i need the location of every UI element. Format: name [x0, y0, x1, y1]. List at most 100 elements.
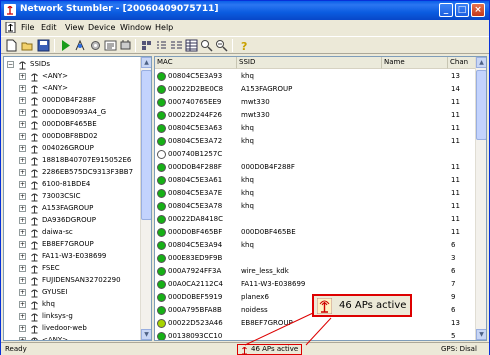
column-header-mac[interactable]: MAC: [155, 57, 237, 69]
tree-item[interactable]: + linksys-g: [4, 311, 141, 323]
details-view-icon[interactable]: [185, 39, 198, 52]
menu-help[interactable]: Help: [155, 23, 173, 32]
table-row[interactable]: 000740B1257C: [155, 149, 476, 160]
menu-window[interactable]: Window: [120, 23, 152, 32]
play-icon[interactable]: [59, 39, 72, 52]
menu-device[interactable]: Device: [88, 23, 115, 32]
document-icon[interactable]: [5, 22, 16, 33]
tree-scrollbar[interactable]: ▲ ▼: [140, 57, 151, 340]
tree-item[interactable]: +000D0B9093A4_G: [4, 107, 141, 119]
tree-item[interactable]: +004026GROUP: [4, 143, 141, 155]
expand-icon[interactable]: +: [19, 97, 26, 104]
tree-item[interactable]: + EB8EF7GROUP: [4, 239, 141, 251]
expand-icon[interactable]: +: [19, 325, 26, 332]
minimize-button[interactable]: _: [439, 3, 453, 17]
small-icons-icon[interactable]: [155, 39, 168, 52]
table-row[interactable]: 00138093CC10 5: [155, 331, 476, 340]
device-icon[interactable]: [119, 39, 132, 52]
tree-item[interactable]: +000D0BF465BE: [4, 119, 141, 131]
tree-item[interactable]: + A153FAGROUP: [4, 203, 141, 215]
list-view-icon[interactable]: [170, 39, 183, 52]
tree-item[interactable]: +18818B40707E915052E6: [4, 155, 141, 167]
table-row[interactable]: 00022D523A46 EB8EF7GROUP 13: [155, 318, 476, 329]
column-header-name[interactable]: Name: [382, 57, 448, 69]
expand-icon[interactable]: +: [19, 277, 26, 284]
menu-file[interactable]: File: [21, 23, 34, 32]
collapse-icon[interactable]: −: [7, 61, 14, 68]
table-row[interactable]: 00804C5E3A7E khq 11: [155, 188, 476, 199]
auto-config-icon[interactable]: [89, 39, 102, 52]
properties-icon[interactable]: [104, 39, 117, 52]
expand-icon[interactable]: +: [19, 229, 26, 236]
expand-icon[interactable]: +: [19, 241, 26, 248]
table-row[interactable]: 00804C5E3A94 khq 6: [155, 240, 476, 251]
large-icons-icon[interactable]: [140, 39, 153, 52]
expand-icon[interactable]: +: [19, 121, 26, 128]
tree-item[interactable]: + khq: [4, 299, 141, 311]
scroll-thumb[interactable]: [141, 70, 151, 220]
tree-item[interactable]: + DA936DGROUP: [4, 215, 141, 227]
open-icon[interactable]: [21, 39, 34, 52]
tree-item[interactable]: +2286EB575DC9313F3BB7: [4, 167, 141, 179]
table-row[interactable]: 00022DA8418C 11: [155, 214, 476, 225]
expand-icon[interactable]: +: [19, 193, 26, 200]
ssid-tree[interactable]: ▲ ▼ − SSIDs + <ANY> + <ANY> +000D0B4F288F +000D…: [3, 56, 152, 341]
expand-icon[interactable]: +: [19, 313, 26, 320]
table-row[interactable]: 00022D244F26 mwt330 11: [155, 110, 476, 121]
expand-icon[interactable]: +: [19, 253, 26, 260]
expand-icon[interactable]: +: [19, 85, 26, 92]
tree-item[interactable]: + livedoor-web: [4, 323, 141, 335]
tree-root-ssids[interactable]: − SSIDs: [4, 59, 141, 71]
tree-item[interactable]: +000D0B4F288F: [4, 95, 141, 107]
table-row[interactable]: 00A0CA2112C4 FA11-W3-E038699 7: [155, 279, 476, 290]
tree-item[interactable]: + <ANY>: [4, 335, 141, 340]
scroll-up-button[interactable]: ▲: [476, 57, 486, 68]
expand-icon[interactable]: +: [19, 109, 26, 116]
list-scrollbar[interactable]: ▲ ▼: [475, 57, 486, 340]
expand-icon[interactable]: +: [19, 301, 26, 308]
new-icon[interactable]: [5, 39, 18, 52]
maximize-button[interactable]: □: [455, 3, 469, 17]
expand-icon[interactable]: +: [19, 145, 26, 152]
expand-icon[interactable]: +: [19, 205, 26, 212]
tree-item[interactable]: +6100-81BDE4: [4, 179, 141, 191]
menu-edit[interactable]: Edit: [41, 23, 57, 32]
table-row[interactable]: 00804C5E3A78 khq 11: [155, 201, 476, 212]
expand-icon[interactable]: +: [19, 181, 26, 188]
close-button[interactable]: ×: [471, 3, 485, 17]
title-bar[interactable]: Network Stumbler - [20060409075711] _ □ …: [1, 1, 489, 20]
expand-icon[interactable]: +: [19, 289, 26, 296]
scroll-up-button[interactable]: ▲: [141, 57, 151, 68]
expand-icon[interactable]: +: [19, 169, 26, 176]
tree-item[interactable]: + FSEC: [4, 263, 141, 275]
scroll-down-button[interactable]: ▼: [141, 329, 151, 340]
zoom-out-icon[interactable]: [215, 39, 228, 52]
zoom-in-icon[interactable]: [200, 39, 213, 52]
scroll-thumb[interactable]: [476, 70, 486, 140]
help-icon[interactable]: ?: [238, 39, 251, 52]
table-row[interactable]: 000740765EE9 mwt330 11: [155, 97, 476, 108]
expand-icon[interactable]: +: [19, 265, 26, 272]
tree-item[interactable]: + FA11-W3-E038699: [4, 251, 141, 263]
menu-view[interactable]: View: [65, 23, 84, 32]
tree-item[interactable]: +73003CSIC: [4, 191, 141, 203]
tree-item[interactable]: +000D0BF8BD02: [4, 131, 141, 143]
table-row[interactable]: 000A7924FF3A wire_less_kdk 6: [155, 266, 476, 277]
table-row[interactable]: 00804C5E3A72 khq 11: [155, 136, 476, 147]
table-row[interactable]: 00022D2BE0C8 A153FAGROUP 14: [155, 84, 476, 95]
table-row[interactable]: 00804C5E3A61 khq 11: [155, 175, 476, 186]
column-header-ssid[interactable]: SSID: [237, 57, 382, 69]
tree-item[interactable]: + FUJIDENSAN32702290: [4, 275, 141, 287]
table-row[interactable]: 00804C5E3A63 khq 11: [155, 123, 476, 134]
tree-item[interactable]: + <ANY>: [4, 71, 141, 83]
tree-item[interactable]: + <ANY>: [4, 83, 141, 95]
table-row[interactable]: 000E83ED9F9B 3: [155, 253, 476, 264]
scan-icon[interactable]: [74, 39, 87, 52]
expand-icon[interactable]: +: [19, 337, 26, 340]
table-row[interactable]: 000D0B4F288F 000D0B4F288F 11: [155, 162, 476, 173]
table-row[interactable]: 00804C5E3A93 khq 13: [155, 71, 476, 82]
tree-item[interactable]: + GYUSEI: [4, 287, 141, 299]
expand-icon[interactable]: +: [19, 73, 26, 80]
expand-icon[interactable]: +: [19, 217, 26, 224]
expand-icon[interactable]: +: [19, 157, 26, 164]
